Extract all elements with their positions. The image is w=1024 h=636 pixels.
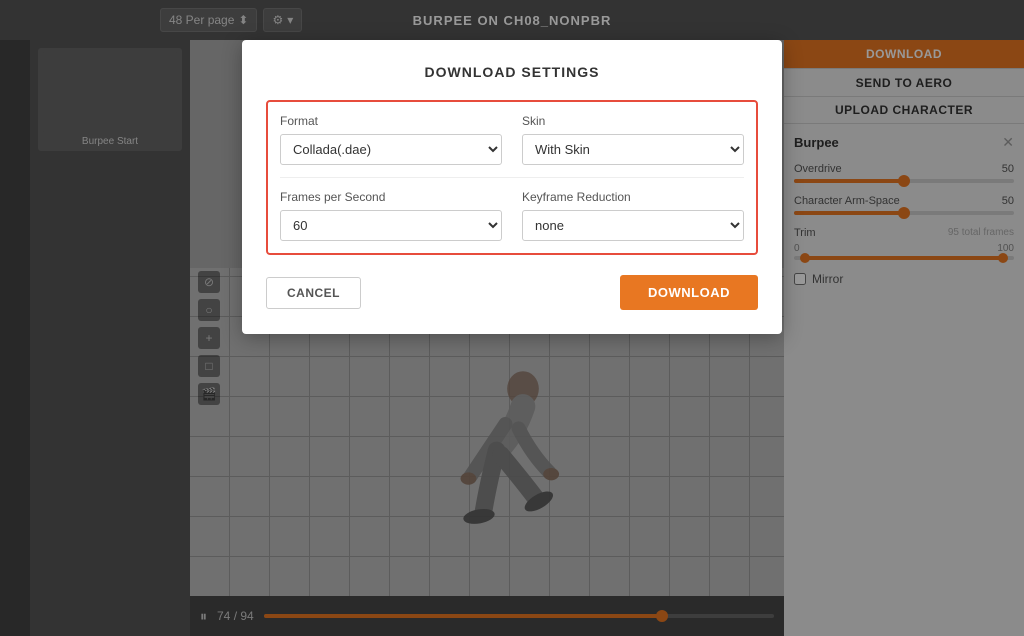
fps-label: Frames per Second (280, 190, 502, 204)
modal-overlay: DOWNLOAD SETTINGS Format Collada(.dae) F… (0, 0, 1024, 636)
format-select[interactable]: Collada(.dae) FBX(.fbx) BVH(.bvh) glTF(.… (280, 134, 502, 165)
skin-field: Skin With Skin Without Skin (522, 114, 744, 165)
keyframe-field: Keyframe Reduction none light medium hea… (522, 190, 744, 241)
format-skin-row: Format Collada(.dae) FBX(.fbx) BVH(.bvh)… (280, 114, 744, 165)
format-label: Format (280, 114, 502, 128)
keyframe-label: Keyframe Reduction (522, 190, 744, 204)
fps-keyframe-row: Frames per Second 60 30 24 Keyframe Redu… (280, 190, 744, 241)
skin-select[interactable]: With Skin Without Skin (522, 134, 744, 165)
fps-field: Frames per Second 60 30 24 (280, 190, 502, 241)
modal-title: DOWNLOAD SETTINGS (266, 64, 758, 80)
modal-divider (280, 177, 744, 178)
download-modal-button[interactable]: DOWNLOAD (620, 275, 758, 310)
fps-select[interactable]: 60 30 24 (280, 210, 502, 241)
skin-label: Skin (522, 114, 744, 128)
modal-actions: CANCEL DOWNLOAD (266, 275, 758, 310)
download-settings-modal: DOWNLOAD SETTINGS Format Collada(.dae) F… (242, 40, 782, 334)
cancel-button[interactable]: CANCEL (266, 277, 361, 309)
format-field: Format Collada(.dae) FBX(.fbx) BVH(.bvh)… (280, 114, 502, 165)
keyframe-select[interactable]: none light medium heavy (522, 210, 744, 241)
modal-form-group: Format Collada(.dae) FBX(.fbx) BVH(.bvh)… (266, 100, 758, 255)
